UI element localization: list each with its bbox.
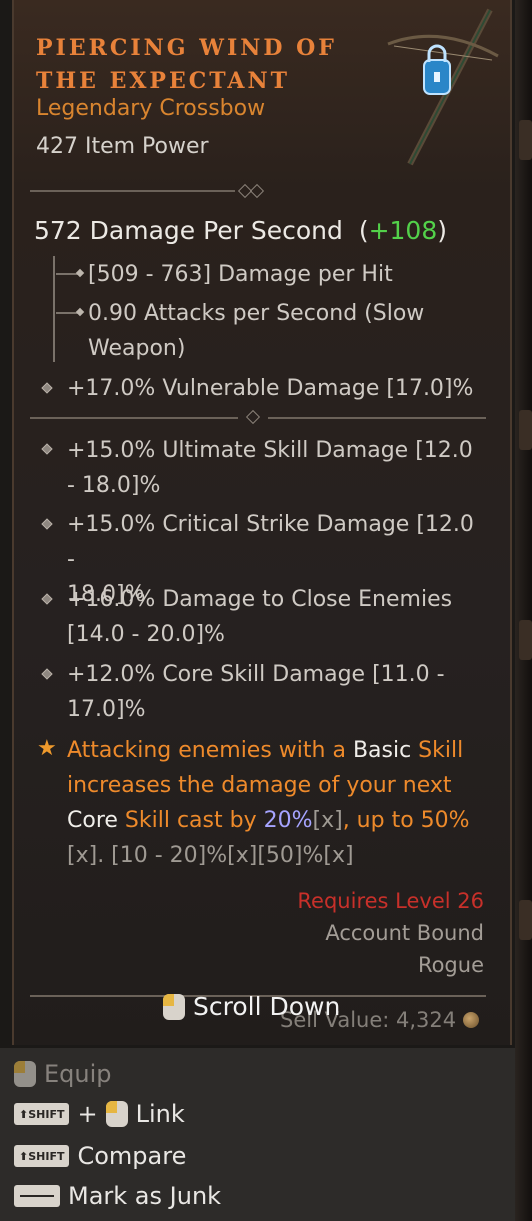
item-power: 427 Item Power (36, 134, 209, 159)
damage-per-hit: [509 - 763] Damage per Hit (56, 257, 393, 292)
space-key-icon (14, 1185, 60, 1207)
link-action[interactable]: ⬆ SHIFT + Link (14, 1100, 185, 1128)
implicit-divider (268, 417, 486, 419)
shift-key-icon: ⬆ SHIFT (14, 1103, 70, 1125)
damage-per-second: 572 Damage Per Second (+108) (34, 216, 448, 245)
implicit-divider (30, 417, 238, 419)
implicit-affix: +17.0% Vulnerable Damage [17.0]% (67, 376, 474, 401)
affix-row: +12.0% Core Skill Damage [11.0 -17.0]% (67, 662, 445, 722)
crossbow-icon (387, 8, 499, 166)
coin-icon (463, 1012, 479, 1028)
affix-row: +15.0% Ultimate Skill Damage [12.0- 18.0… (67, 438, 473, 498)
scroll-down-label: Scroll Down (193, 992, 341, 1021)
shift-key-icon: ⬆ SHIFT (14, 1145, 70, 1167)
equip-label: Equip (44, 1060, 112, 1088)
item-name-line2: THE EXPECTANT (36, 68, 290, 94)
mark-junk-action[interactable]: Mark as Junk (14, 1182, 221, 1210)
frame-notch (519, 900, 532, 940)
item-name: PIERCING WIND OF THE EXPECTANT (36, 32, 366, 98)
affix-row: +16.0% Damage to Close Enemies [14.0 - 20… (67, 587, 453, 647)
item-type: Legendary Crossbow (36, 96, 266, 121)
equip-action[interactable]: Equip (14, 1060, 112, 1088)
attacks-per-second: 0.90 Attacks per Second (Slow Weapon) (56, 296, 424, 366)
mouse-icon (14, 1061, 36, 1087)
link-label: Link (135, 1100, 185, 1128)
dps-delta: +108 (368, 216, 438, 245)
header-divider (30, 190, 235, 192)
mouse-icon (163, 993, 185, 1020)
mark-junk-label: Mark as Junk (68, 1182, 222, 1210)
legendary-power: Attacking enemies with a Basic Skill inc… (67, 738, 470, 868)
account-bound-label: Account Bound (325, 921, 484, 945)
plus-sign: + (77, 1100, 98, 1128)
scroll-down-prompt[interactable]: Scroll Down (163, 992, 340, 1021)
frame-notch (519, 120, 532, 160)
level-requirement: Requires Level 26 (297, 889, 484, 913)
frame-notch (519, 620, 532, 660)
frame-notch (519, 410, 532, 450)
star-icon: ★ (37, 736, 57, 761)
item-name-line1: PIERCING WIND OF (36, 35, 337, 61)
mouse-icon (105, 1101, 128, 1127)
compare-label: Compare (77, 1142, 187, 1170)
right-edge-frame (515, 0, 532, 1221)
class-requirement: Rogue (417, 953, 484, 977)
stat-tree-line (53, 256, 55, 362)
action-bar: Equip ⬆ SHIFT + Link ⬆ SHIFT Compare Mark … (0, 1048, 515, 1221)
compare-action[interactable]: ⬆ SHIFT Compare (14, 1142, 186, 1170)
